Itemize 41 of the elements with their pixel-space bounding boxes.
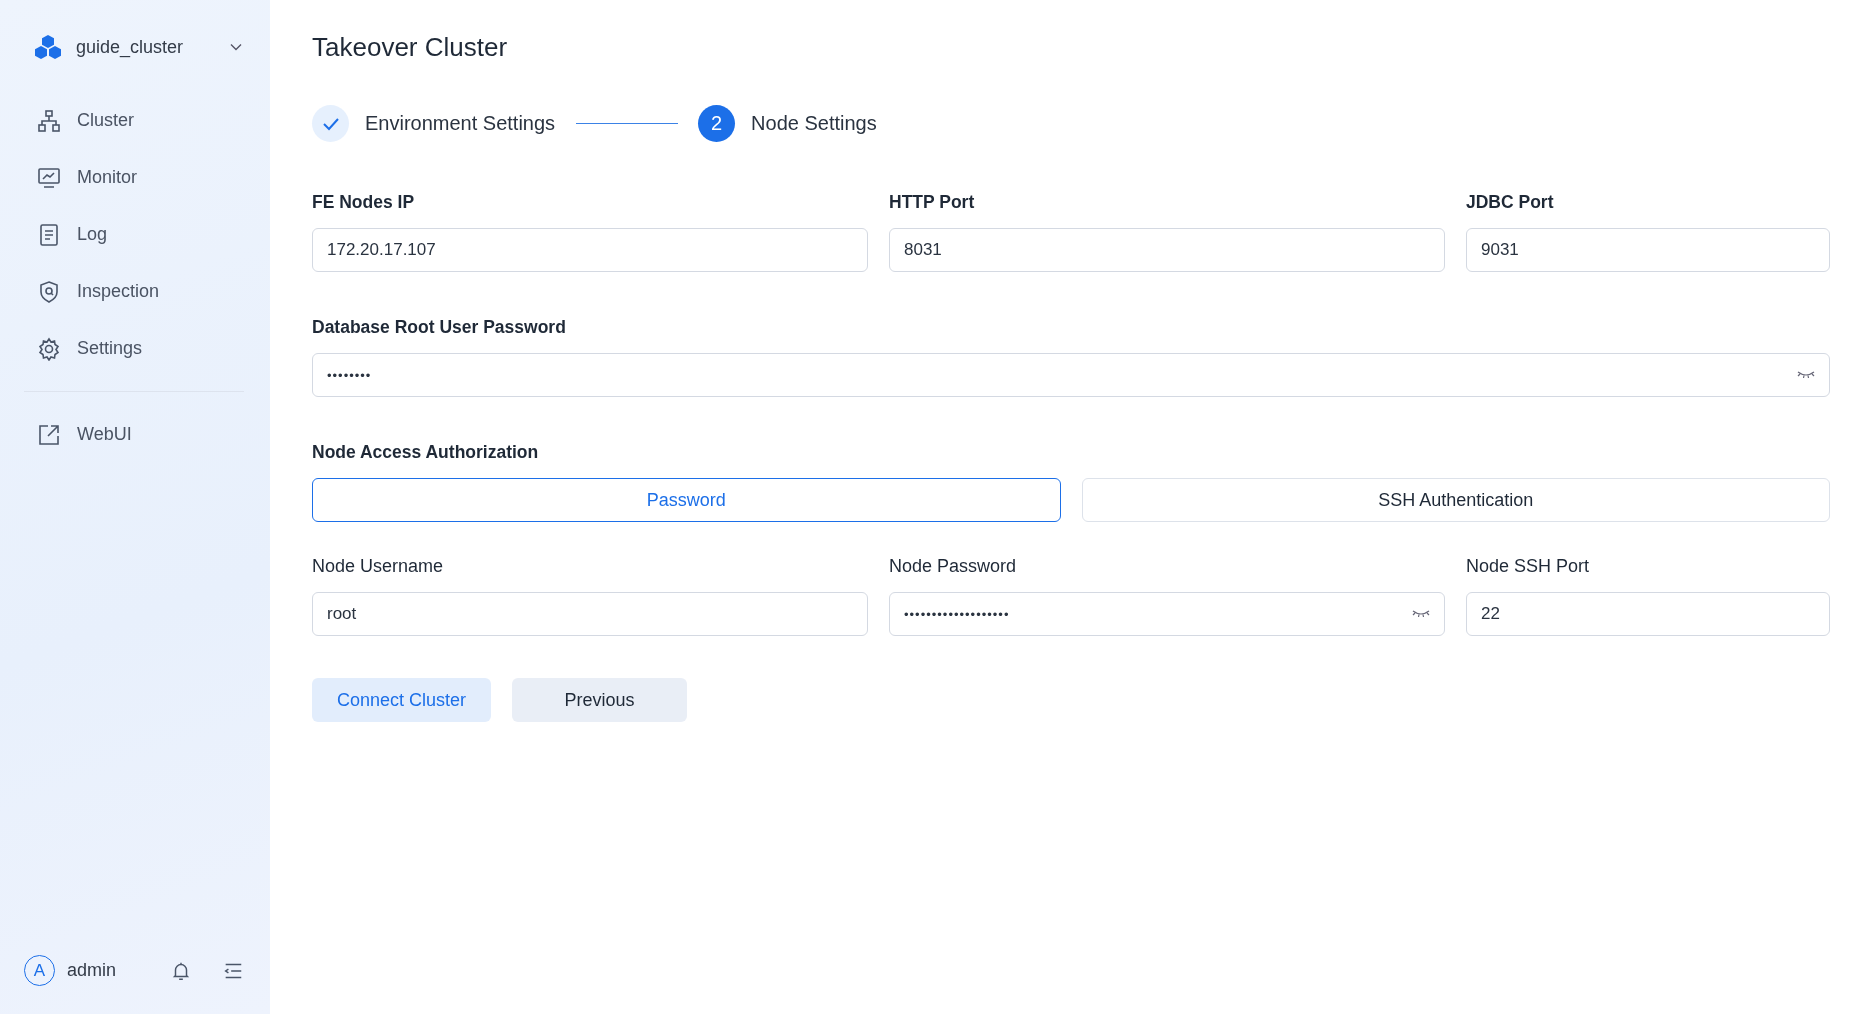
shield-icon [37,279,61,304]
field-label: Node SSH Port [1466,556,1591,577]
input-field[interactable]: root [312,592,868,636]
field-label: Node Username [312,556,445,577]
nav-item[interactable]: Monitor [24,149,244,206]
eye-closed-icon[interactable] [1412,609,1430,619]
external-link-icon [37,422,61,447]
field-label: Node Access Authorization [312,442,540,463]
field-label: HTTP Port [889,192,976,213]
input-field[interactable]: ••••••••••••••••••• [889,592,1445,636]
input-field[interactable]: 172.20.17.107 [312,228,868,272]
nav-item[interactable]: Log [24,206,244,263]
nav-item[interactable]: Cluster [24,92,244,149]
step-label: Environment Settings [365,112,556,135]
eye-closed-icon[interactable] [1797,370,1815,380]
network-icon [37,108,61,133]
settings-icon [37,336,61,361]
input-field[interactable]: •••••••• [312,353,1830,397]
nav-item[interactable]: Settings [24,320,244,377]
input-field[interactable]: 22 [1466,592,1830,636]
monitor-chart-icon [37,165,61,190]
field-label: JDBC Port [1466,192,1555,213]
user-name: admin [67,960,118,981]
nav-item[interactable]: Inspection [24,263,244,320]
nav-item[interactable]: WebUI [24,406,244,463]
step-indicator: 2 [698,105,736,142]
cubes-logo-icon [34,34,62,60]
cluster-name[interactable]: guide_cluster [76,36,230,58]
input-field[interactable]: 9031 [1466,228,1830,272]
document-icon [37,222,61,247]
chevron-down-icon[interactable] [230,43,242,51]
step-label: Node Settings [751,112,877,135]
field-label: FE Nodes IP [312,192,416,213]
input-field[interactable]: 8031 [889,228,1445,272]
page-title: Takeover Cluster [312,32,509,63]
auth-option-button[interactable]: Password [312,478,1061,522]
field-label: Node Password [889,556,1018,577]
field-label: Database Root User Password [312,317,567,338]
auth-option-button[interactable]: SSH Authentication [1081,478,1830,522]
connect-button[interactable]: Connect Cluster [312,678,491,722]
previous-button[interactable]: Previous [512,678,687,722]
